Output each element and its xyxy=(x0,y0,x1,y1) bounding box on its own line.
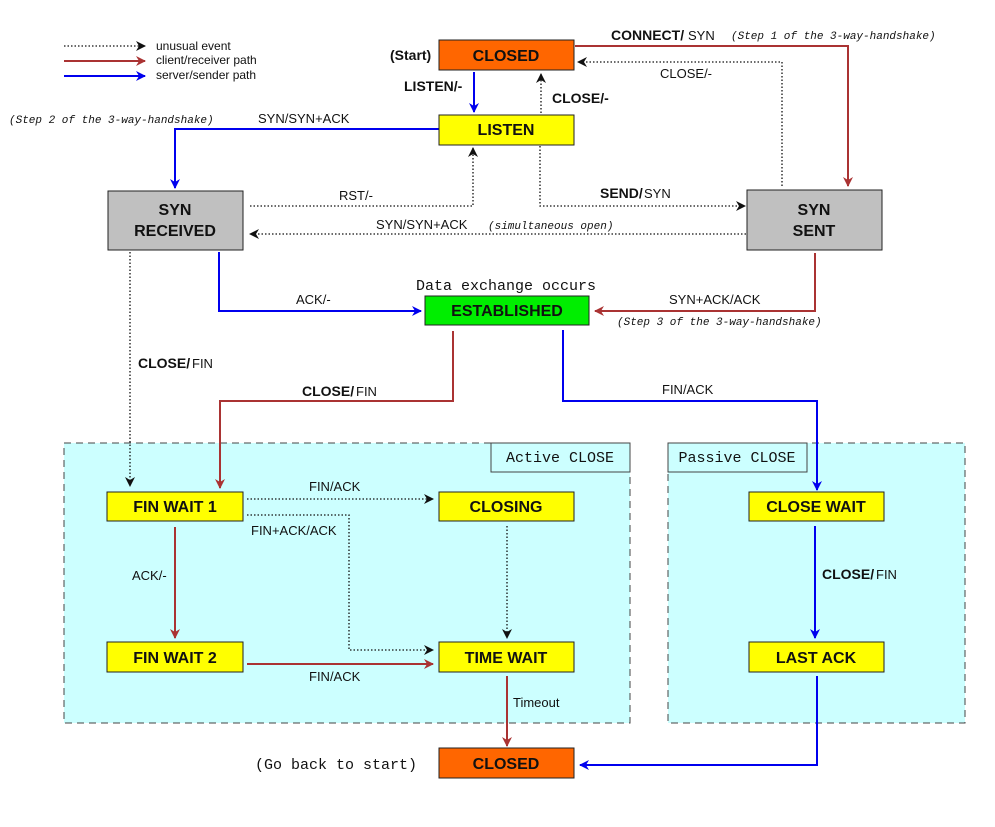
label-close-fin-passive-event: CLOSE/ xyxy=(822,566,874,582)
state-syn-sent-label-1: SYN xyxy=(798,202,831,219)
note-go-back: (Go back to start) xyxy=(255,757,417,774)
arrow-syn-synack xyxy=(170,128,439,189)
label-syn-synack: SYN/SYN+ACK xyxy=(258,111,350,126)
state-last-ack[interactable]: LAST ACK xyxy=(748,641,885,673)
state-fin-wait-2-label: FIN WAIT 2 xyxy=(133,650,217,667)
state-fin-wait-1-label: FIN WAIT 1 xyxy=(133,499,217,516)
state-time-wait[interactable]: TIME WAIT xyxy=(438,641,575,673)
state-close-wait-label: CLOSE WAIT xyxy=(766,499,866,516)
note-step1: (Step 1 of the 3-way-handshake) xyxy=(731,31,936,43)
state-listen[interactable]: LISTEN xyxy=(438,114,575,146)
state-closed-bottom[interactable]: CLOSED xyxy=(438,747,575,779)
legend-server-label: server/sender path xyxy=(156,68,256,82)
label-close-listen: CLOSE/- xyxy=(552,90,609,106)
state-syn-sent[interactable]: SYN SENT xyxy=(746,189,883,251)
label-close-fin-passive-action: FIN xyxy=(876,567,897,582)
tcp-state-diagram: Active CLOSE Passive CLOSE unusual event… xyxy=(9,27,966,779)
label-send-action: SYN xyxy=(644,186,671,201)
state-syn-received-label-1: SYN xyxy=(159,202,192,219)
label-connect-event: CONNECT/ xyxy=(611,27,684,43)
state-established-label: ESTABLISHED xyxy=(451,303,563,320)
label-send-event: SEND/ xyxy=(600,185,643,201)
note-simultaneous: (simultaneous open) xyxy=(488,221,613,233)
state-closed-top[interactable]: CLOSED xyxy=(438,39,575,71)
state-closed-bottom-label: CLOSED xyxy=(473,756,540,773)
label-fin-ack-timewait: FIN/ACK xyxy=(309,669,361,684)
label-fin-ack-closing: FIN/ACK xyxy=(309,479,361,494)
state-fin-wait-1[interactable]: FIN WAIT 1 xyxy=(106,491,244,522)
state-closing[interactable]: CLOSING xyxy=(438,491,575,522)
state-closed-top-label: CLOSED xyxy=(473,48,540,65)
state-syn-sent-label-2: SENT xyxy=(793,223,836,240)
state-close-wait[interactable]: CLOSE WAIT xyxy=(748,491,885,522)
note-step2: (Step 2 of the 3-way-handshake) xyxy=(9,115,214,127)
label-close-fin-synrcvd-event: CLOSE/ xyxy=(138,355,190,371)
label-simul-synack: SYN/SYN+ACK xyxy=(376,217,468,232)
label-listen: LISTEN/- xyxy=(404,78,463,94)
label-rst: RST/- xyxy=(339,188,373,203)
label-fin-ack-passive: FIN/ACK xyxy=(662,382,714,397)
label-timeout: Timeout xyxy=(513,695,560,710)
legend-unusual-label: unusual event xyxy=(156,39,231,53)
note-step3: (Step 3 of the 3-way-handshake) xyxy=(617,317,822,329)
state-time-wait-label: TIME WAIT xyxy=(465,650,548,667)
state-listen-label: LISTEN xyxy=(478,122,535,139)
label-close-fin-synrcvd-action: FIN xyxy=(192,356,213,371)
label-ack-established: ACK/- xyxy=(296,292,331,307)
label-ack-finwait2: ACK/- xyxy=(132,568,167,583)
label-synack-ack: SYN+ACK/ACK xyxy=(669,292,761,307)
note-data-exchange: Data exchange occurs xyxy=(416,278,596,295)
state-closing-label: CLOSING xyxy=(470,499,543,516)
label-finack-ack: FIN+ACK/ACK xyxy=(251,523,337,538)
state-syn-received[interactable]: SYN RECEIVED xyxy=(107,190,244,251)
label-connect-action: SYN xyxy=(688,28,715,43)
state-fin-wait-2[interactable]: FIN WAIT 2 xyxy=(106,641,244,673)
label-close-fin-est-action: FIN xyxy=(356,384,377,399)
active-close-label: Active CLOSE xyxy=(506,450,614,467)
state-established[interactable]: ESTABLISHED xyxy=(424,295,590,326)
note-start: (Start) xyxy=(390,47,431,63)
legend: unusual event client/receiver path serve… xyxy=(64,39,257,82)
label-close-synsent: CLOSE/- xyxy=(660,66,712,81)
state-syn-received-label-2: RECEIVED xyxy=(134,223,216,240)
passive-close-label: Passive CLOSE xyxy=(678,450,795,467)
state-last-ack-label: LAST ACK xyxy=(776,650,857,667)
legend-client-label: client/receiver path xyxy=(156,53,257,67)
label-close-fin-est-event: CLOSE/ xyxy=(302,383,354,399)
